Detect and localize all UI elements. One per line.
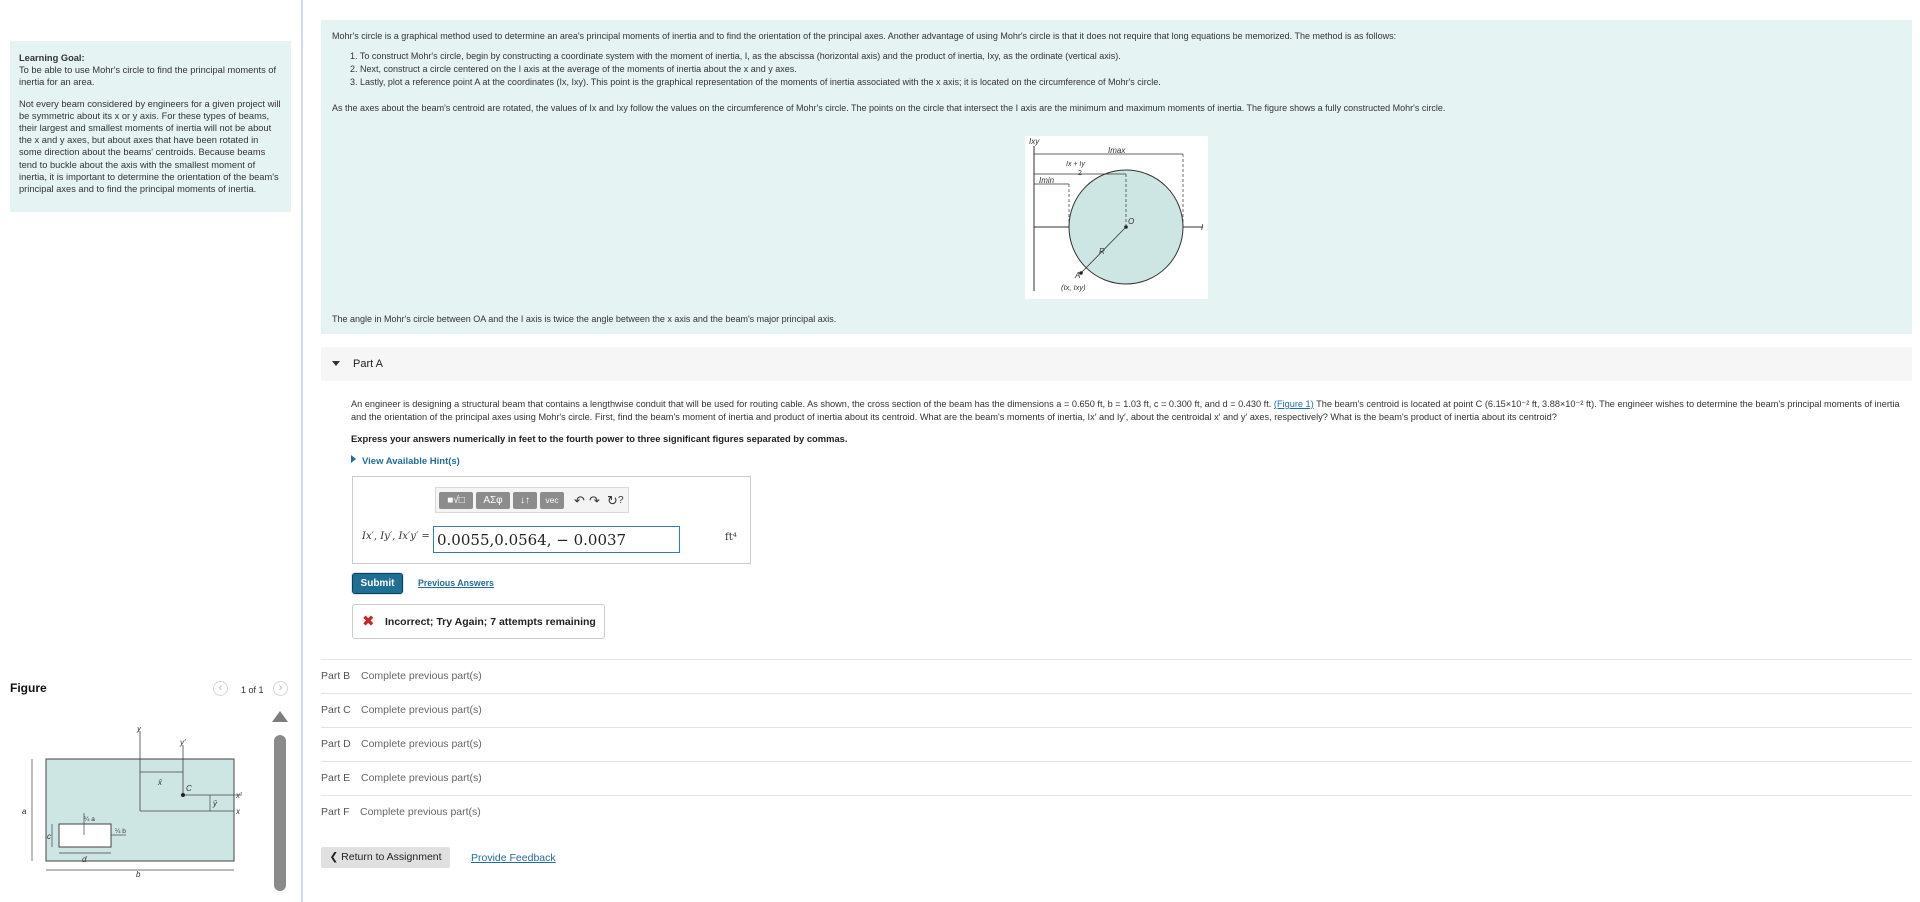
figure-count: 1 of 1 <box>241 685 264 695</box>
average-numerator-label: Ix + Iy <box>1066 161 1085 168</box>
intro-line-3: The angle in Mohr's circle between OA an… <box>332 314 837 324</box>
left-panel: Learning Goal: To be able to use Mohr's … <box>0 0 303 902</box>
centroid-label: C <box>186 784 192 793</box>
imax-label: Imax <box>1108 146 1126 155</box>
learning-goal-paragraph: Not every beam considered by engineers f… <box>19 98 281 195</box>
x-axis-label: x <box>235 807 241 816</box>
learning-goal-text: To be able to use Mohr's circle to find … <box>19 65 277 88</box>
incorrect-x-icon: ✖ <box>362 613 375 630</box>
answer-instructions: Express your answers numerically in feet… <box>351 433 848 444</box>
math-toolbar: ■√□ AΣφ ↓↑ vec ↶ ↷ ↻ ? <box>435 487 629 513</box>
submit-button[interactable]: Submit <box>352 573 403 594</box>
part-a-header[interactable]: Part A <box>321 347 1912 381</box>
part-e-status: Complete previous part(s) <box>361 772 482 784</box>
undo-icon[interactable]: ↶ <box>574 492 585 509</box>
feedback-message: Incorrect; Try Again; 7 attempts remaini… <box>385 616 596 628</box>
xprime-axis-label: x′ <box>235 791 242 800</box>
view-hints-label: View Available Hint(s) <box>362 456 460 467</box>
previous-answers-link[interactable]: Previous Answers <box>418 578 494 588</box>
part-a-label: Part A <box>353 358 383 370</box>
method-step-2: 2. Next, construct a circle centered on … <box>350 64 797 74</box>
answer-label: Ix′, Iy′, Ix′y′ = <box>362 531 430 542</box>
problem-text-pre: An engineer is designing a structural be… <box>351 399 1274 409</box>
part-f-status: Complete previous part(s) <box>360 806 481 818</box>
mohrs-circle-figure: Ixy Imax Ix + Iy 2 Imin O R A I (Ix, Ixy… <box>1025 136 1208 299</box>
part-d-status: Complete previous part(s) <box>361 738 482 750</box>
part-f-row[interactable]: Part F Complete previous part(s) <box>321 795 1912 829</box>
dim-b-label: b <box>136 870 141 877</box>
help-button[interactable]: ? <box>618 492 624 509</box>
intro-panel: Mohr's circle is a graphical method used… <box>321 20 1912 334</box>
dim-c-label: c <box>47 832 51 841</box>
answer-input[interactable]: 0.0055,0.0564, − 0.0037 <box>433 526 680 553</box>
part-b-status: Complete previous part(s) <box>361 670 482 682</box>
part-c-label: Part C <box>321 704 351 716</box>
part-b-row[interactable]: Part B Complete previous part(s) <box>321 659 1912 693</box>
conduit-cutout <box>58 823 112 848</box>
answer-box: ■√□ AΣφ ↓↑ vec ↶ ↷ ↻ ? Ix′, Iy′, Ix′y′ =… <box>352 476 751 564</box>
center-o-label: O <box>1128 217 1134 226</box>
scrollbar-thumb[interactable] <box>274 735 286 891</box>
point-a-coords-label: (Ix, Ixy) <box>1061 283 1086 292</box>
intro-line-1: Mohr's circle is a graphical method used… <box>332 31 1397 41</box>
y-axis-label: y <box>136 727 142 733</box>
redo-icon[interactable]: ↷ <box>589 492 600 509</box>
part-b-label: Part B <box>321 670 351 682</box>
ixy-axis-label: Ixy <box>1029 137 1040 146</box>
dim-d-label: d <box>82 855 87 864</box>
i-axis-label: I <box>1201 223 1204 232</box>
figure-title: Figure <box>10 681 47 695</box>
expand-arrow-icon <box>351 455 356 463</box>
part-c-row[interactable]: Part C Complete previous part(s) <box>321 693 1912 727</box>
figure-header: Figure ‹ 1 of 1 › <box>10 677 292 701</box>
quarter-a-label: ¼ a <box>84 816 95 823</box>
learning-goal-title: Learning Goal: <box>19 53 85 63</box>
figure-1-link[interactable]: (Figure 1) <box>1274 399 1314 409</box>
greek-symbols-button[interactable]: AΣφ <box>476 492 510 509</box>
part-d-row[interactable]: Part D Complete previous part(s) <box>321 727 1912 761</box>
part-d-label: Part D <box>321 738 351 750</box>
radius-r-label: R <box>1099 247 1105 256</box>
method-step-1: 1. To construct Mohr's circle, begin by … <box>350 51 1121 61</box>
point-a-label: A <box>1074 271 1080 280</box>
templates-button[interactable]: ■√□ <box>439 492 473 509</box>
quarter-b-label: ¼ b <box>115 828 126 835</box>
dim-a-label: a <box>22 807 27 816</box>
imin-label: Imin <box>1039 176 1055 185</box>
beam-cross-section-figure[interactable]: y y′ x x′ C x̄ ȳ a b c d ¼ a ¼ b <box>20 727 250 877</box>
answer-unit: ft⁴ <box>725 532 737 543</box>
intro-line-2: As the axes about the beam's centroid ar… <box>332 103 1446 113</box>
reset-icon[interactable]: ↻ <box>607 492 618 509</box>
scroll-up-arrow[interactable] <box>272 711 288 722</box>
part-c-status: Complete previous part(s) <box>361 704 482 716</box>
part-e-row[interactable]: Part E Complete previous part(s) <box>321 761 1912 795</box>
average-denominator-label: 2 <box>1078 170 1082 177</box>
learning-goal-box: Learning Goal: To be able to use Mohr's … <box>10 41 291 212</box>
problem-statement: An engineer is designing a structural be… <box>351 398 1908 423</box>
part-f-label: Part F <box>321 806 350 818</box>
return-to-assignment-button[interactable]: ❮ Return to Assignment <box>321 847 450 868</box>
collapse-caret-icon <box>332 361 340 366</box>
vector-button[interactable]: vec <box>540 492 564 509</box>
method-step-3: 3. Lastly, plot a reference point A at t… <box>350 77 1161 87</box>
feedback-box: ✖ Incorrect; Try Again; 7 attempts remai… <box>352 604 605 639</box>
view-hints-link[interactable]: View Available Hint(s) <box>351 455 460 467</box>
provide-feedback-link[interactable]: Provide Feedback <box>471 852 556 864</box>
arrows-button[interactable]: ↓↑ <box>513 492 537 509</box>
part-e-label: Part E <box>321 772 351 784</box>
figure-prev-button[interactable]: ‹ <box>213 681 228 696</box>
figure-next-button[interactable]: › <box>273 681 288 696</box>
yprime-axis-label: y′ <box>179 738 186 747</box>
